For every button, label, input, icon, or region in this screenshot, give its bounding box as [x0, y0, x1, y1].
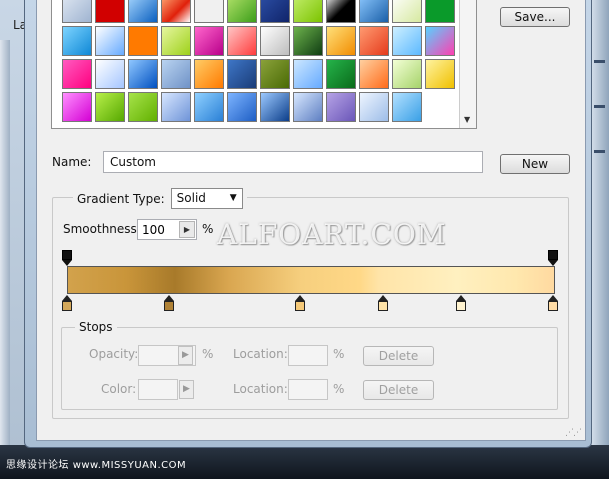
preset-swatch[interactable]	[392, 0, 422, 23]
color-stop-marker[interactable]	[377, 295, 388, 311]
color-location-unit: %	[333, 382, 345, 396]
preset-swatch[interactable]	[260, 59, 290, 89]
delete-color-stop-button[interactable]: Delete	[363, 380, 434, 400]
save-button[interactable]: Save...	[500, 7, 570, 27]
opacity-location-label: Location:	[233, 347, 288, 361]
preset-swatch[interactable]	[425, 0, 455, 23]
preset-swatch[interactable]	[359, 26, 389, 56]
preset-swatch[interactable]	[326, 59, 356, 89]
opacity-stop-marker[interactable]	[548, 250, 558, 266]
preset-swatch[interactable]	[227, 59, 257, 89]
color-stop-marker[interactable]	[164, 295, 175, 311]
preset-swatch[interactable]	[161, 92, 191, 122]
preset-swatch[interactable]	[161, 26, 191, 56]
preset-swatch[interactable]	[260, 26, 290, 56]
preset-swatch[interactable]	[392, 26, 422, 56]
presets-panel: ▼	[51, 0, 477, 129]
color-stop-marker[interactable]	[62, 295, 72, 311]
smoothness-label: Smoothness:	[63, 222, 141, 236]
color-stop-marker[interactable]	[295, 295, 306, 311]
preset-swatch[interactable]	[194, 26, 224, 56]
preset-swatch[interactable]	[128, 26, 158, 56]
bottom-watermark-cn: 思缘设计论坛	[6, 460, 69, 471]
color-label: Color:	[101, 382, 137, 396]
bottom-watermark-url: www.MISSYUAN.COM	[72, 460, 187, 471]
scroll-down-icon[interactable]: ▼	[464, 115, 470, 124]
color-stop-marker[interactable]	[548, 295, 558, 311]
color-menu-toggle[interactable]: ▶	[179, 380, 194, 399]
preset-swatch[interactable]	[194, 59, 224, 89]
preset-swatch[interactable]	[425, 59, 455, 89]
opacity-unit: %	[202, 347, 214, 361]
preset-swatch[interactable]	[128, 92, 158, 122]
preset-swatch[interactable]	[326, 26, 356, 56]
gradient-type-label: Gradient Type:	[77, 191, 165, 206]
preset-swatch[interactable]	[194, 0, 224, 23]
preset-swatch[interactable]	[62, 92, 92, 122]
site-watermark: ALFOART.COM	[217, 218, 447, 251]
chevron-down-icon: ▼	[229, 193, 237, 203]
new-button[interactable]: New	[500, 154, 570, 174]
bottom-watermark: 思缘设计论坛 www.MISSYUAN.COM	[6, 456, 186, 471]
preset-swatch[interactable]	[326, 92, 356, 122]
stops-legend: Stops	[75, 320, 117, 334]
preset-swatch[interactable]	[260, 92, 290, 122]
preset-swatch[interactable]	[194, 92, 224, 122]
preset-swatch[interactable]	[128, 59, 158, 89]
preset-swatch[interactable]	[293, 59, 323, 89]
panel-grip-icon	[594, 60, 605, 63]
name-label: Name:	[52, 155, 92, 169]
preset-swatch[interactable]	[95, 0, 125, 23]
resize-grip-icon[interactable]: ⋰⋰	[565, 428, 582, 438]
preset-swatch-grid	[62, 0, 458, 122]
panel-grip-icon	[594, 105, 605, 108]
gradient-type-legend: Gradient Type: Solid ▼	[73, 188, 247, 209]
preset-swatch[interactable]	[293, 92, 323, 122]
preset-swatch[interactable]	[227, 0, 257, 23]
gradient-preview-bar[interactable]	[67, 266, 555, 294]
panel-grip-icon	[594, 150, 605, 153]
preset-swatch[interactable]	[359, 92, 389, 122]
color-location-label: Location:	[233, 382, 288, 396]
opacity-location-unit: %	[333, 347, 345, 361]
opacity-location-input[interactable]	[288, 345, 328, 366]
opacity-slider-toggle[interactable]: ▶	[178, 346, 193, 365]
preset-swatch[interactable]	[425, 26, 455, 56]
preset-swatch[interactable]	[95, 26, 125, 56]
preset-swatch[interactable]	[359, 59, 389, 89]
color-location-input[interactable]	[288, 379, 328, 400]
preset-swatch[interactable]	[95, 59, 125, 89]
preset-swatch[interactable]	[95, 92, 125, 122]
color-swatch[interactable]	[138, 379, 178, 400]
gradient-editor-dialog: ▼ Save... Name: New Gradient Type: Solid…	[36, 0, 586, 441]
preset-swatch[interactable]	[293, 0, 323, 23]
preset-swatch[interactable]	[392, 92, 422, 122]
preset-swatch[interactable]	[128, 0, 158, 23]
smoothness-unit: %	[202, 222, 214, 236]
preset-swatch[interactable]	[161, 0, 191, 23]
opacity-label: Opacity:	[89, 347, 139, 361]
gradient-type-value: Solid	[176, 191, 206, 205]
preset-swatch[interactable]	[227, 26, 257, 56]
background-right-panel	[590, 0, 609, 470]
preset-swatch[interactable]	[62, 0, 92, 23]
color-stop-marker[interactable]	[455, 295, 466, 311]
preset-swatch[interactable]	[359, 0, 389, 23]
preset-swatch[interactable]	[62, 59, 92, 89]
opacity-stop-marker[interactable]	[62, 250, 72, 266]
preset-swatch[interactable]	[392, 59, 422, 89]
preset-swatch[interactable]	[326, 0, 356, 23]
preset-swatch[interactable]	[260, 0, 290, 23]
smoothness-slider-toggle[interactable]: ▶	[179, 221, 195, 238]
preset-swatch[interactable]	[227, 92, 257, 122]
background-left-panel	[0, 40, 10, 460]
preset-swatch[interactable]	[293, 26, 323, 56]
preset-swatch[interactable]	[62, 26, 92, 56]
name-input[interactable]	[103, 151, 483, 173]
delete-opacity-stop-button[interactable]: Delete	[363, 346, 434, 366]
preset-swatch[interactable]	[161, 59, 191, 89]
gradient-type-select[interactable]: Solid ▼	[170, 188, 243, 209]
presets-scrollbar[interactable]: ▼	[459, 0, 476, 128]
